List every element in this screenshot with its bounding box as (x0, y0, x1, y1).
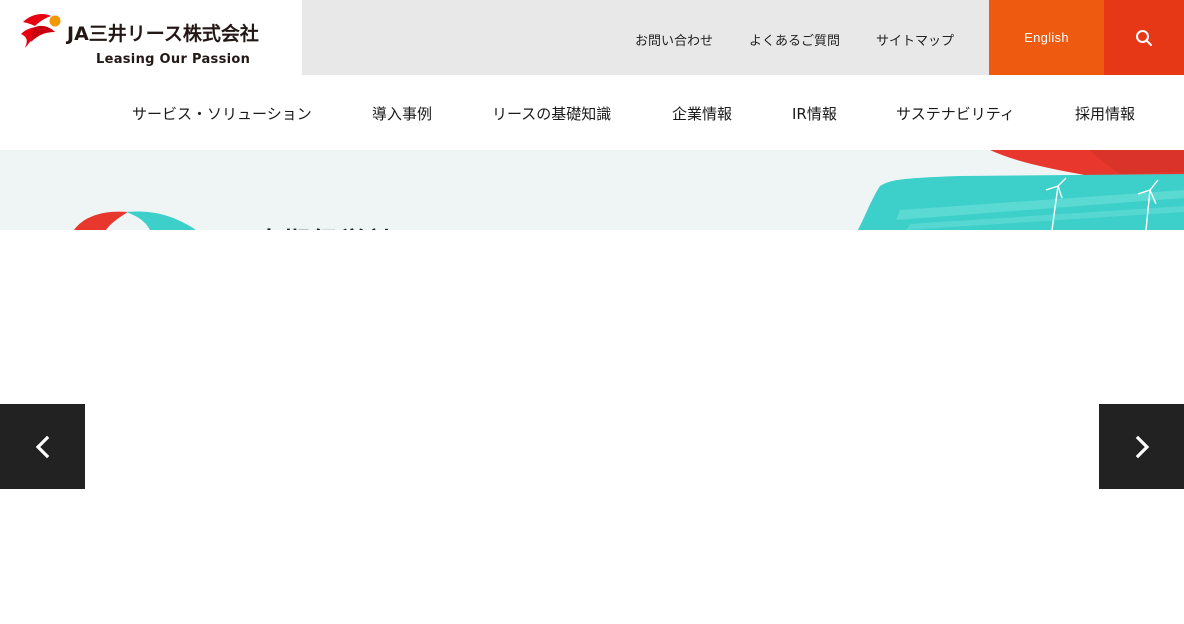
hero-decoration-graphic (74, 150, 1184, 230)
chevron-right-icon (1135, 435, 1149, 458)
carousel-next-button[interactable] (1099, 404, 1184, 489)
company-tagline: Leasing Our Passion (96, 52, 251, 67)
nav-item-services[interactable]: サービス・ソリューション (132, 103, 312, 124)
company-logo-icon (21, 14, 61, 48)
sitemap-link[interactable]: サイトマップ (876, 30, 954, 49)
english-label: English (1024, 30, 1069, 45)
contact-link[interactable]: お問い合わせ (635, 30, 713, 49)
search-icon (1136, 29, 1152, 46)
hero-title: 中期経営計画 (256, 222, 424, 230)
nav-item-sustainability[interactable]: サステナビリティ (896, 103, 1015, 124)
utility-bar: お問い合わせ よくあるご質問 サイトマップ (302, 0, 989, 75)
logo-link[interactable]: JA三井リース株式会社 Leasing Our Passion (0, 0, 302, 75)
main-content (0, 230, 1184, 624)
nav-item-company[interactable]: 企業情報 (672, 103, 732, 124)
top-bar: JA三井リース株式会社 Leasing Our Passion お問い合わせ よ… (0, 0, 1184, 75)
nav-item-ir[interactable]: IR情報 (792, 103, 837, 124)
hero-banner[interactable]: 中期経営計画 (0, 150, 1184, 230)
nav-item-recruit[interactable]: 採用情報 (1075, 103, 1135, 124)
search-button[interactable] (1104, 0, 1184, 75)
carousel-prev-button[interactable] (0, 404, 85, 489)
nav-item-lease-basics[interactable]: リースの基礎知識 (492, 103, 611, 124)
main-nav: サービス・ソリューション 導入事例 リースの基礎知識 企業情報 IR情報 サステ… (0, 75, 1184, 150)
company-name: JA三井リース株式会社 (67, 23, 259, 45)
chevron-left-icon (35, 435, 49, 458)
faq-link[interactable]: よくあるご質問 (749, 30, 840, 49)
nav-item-case-studies[interactable]: 導入事例 (372, 103, 432, 124)
english-button[interactable]: English (989, 0, 1104, 75)
